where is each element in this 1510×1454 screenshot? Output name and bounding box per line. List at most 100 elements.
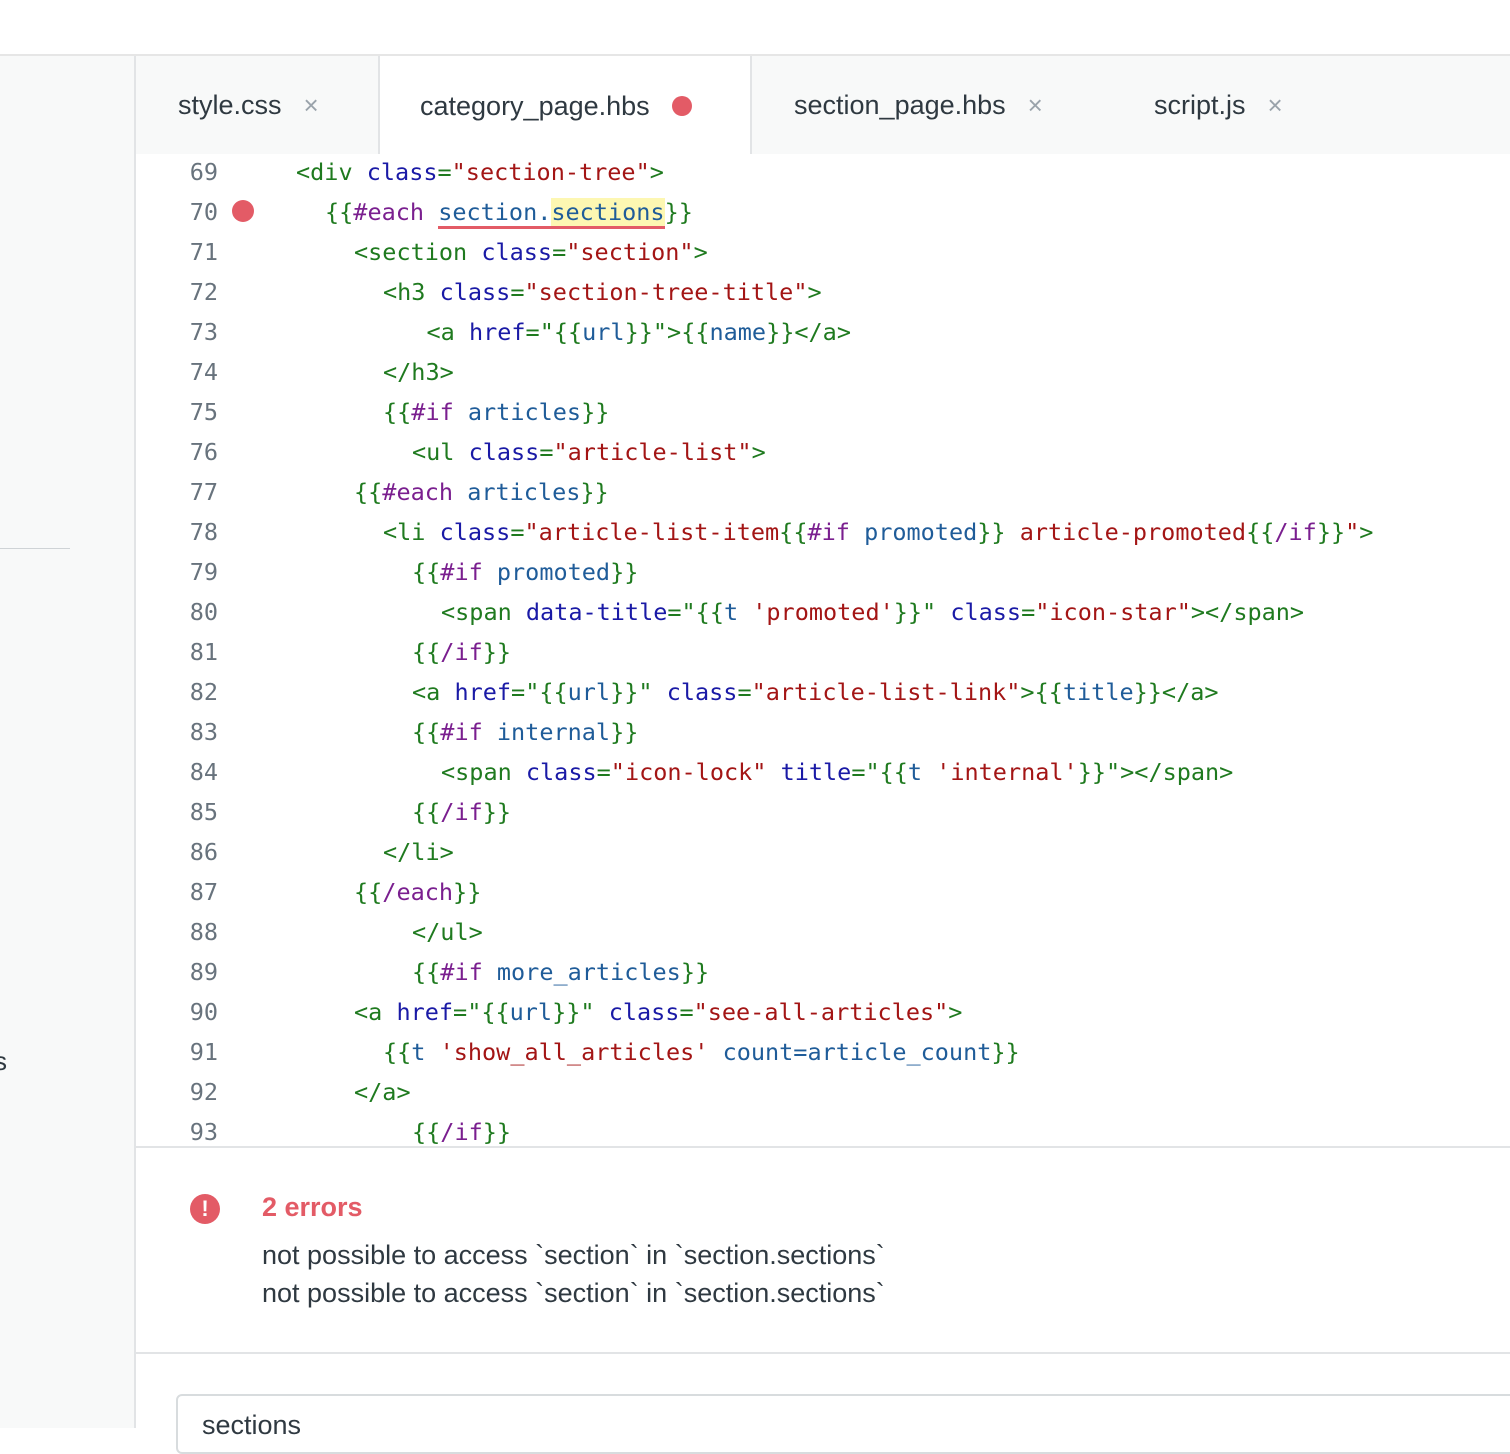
- code-line[interactable]: 79 {{#if promoted}}: [136, 554, 1510, 594]
- code-text: {{#if articles}}: [383, 394, 609, 430]
- code-line[interactable]: 74 </h3>: [136, 354, 1510, 394]
- code-token: }}: [610, 558, 639, 586]
- line-number: 76: [189, 438, 218, 466]
- code-token: <div: [296, 158, 367, 186]
- code-token: href: [468, 318, 526, 346]
- code-token: =: [596, 758, 611, 786]
- code-token: {{: [412, 958, 441, 986]
- code-token: #if: [440, 718, 497, 746]
- code-token: {{: [695, 598, 724, 626]
- code-token: section.: [438, 198, 552, 229]
- code-line[interactable]: 85 {{/if}}: [136, 794, 1510, 834]
- code-token: }}: [624, 318, 653, 346]
- code-line[interactable]: 72 <h3 class="section-tree-title">: [136, 274, 1510, 314]
- code-token: }}: [610, 718, 639, 746]
- sidebar-partial-text: s: [0, 1046, 7, 1076]
- code-token: }}: [977, 518, 1006, 546]
- line-number: 80: [189, 598, 218, 626]
- code-token: #each: [353, 198, 439, 226]
- code-line[interactable]: 89 {{#if more_articles}}: [136, 954, 1510, 994]
- code-token: class: [481, 238, 553, 266]
- sidebar-divider: [0, 548, 70, 549]
- code-token: 'show_all_articles': [439, 1038, 723, 1066]
- code-line[interactable]: 77 {{#each articles}}: [136, 474, 1510, 514]
- top-bar: [0, 0, 1510, 56]
- code-token: <section: [354, 238, 482, 266]
- code-text: <a href="{{url}}" class="see-all-article…: [354, 994, 962, 1030]
- code-line[interactable]: 80 <span data-title="{{t 'promoted'}}" cl…: [136, 594, 1510, 634]
- error-message: not possible to access `section` in `sec…: [262, 1278, 885, 1308]
- code-token: <span: [441, 598, 526, 626]
- code-line[interactable]: 70 {{#each section.sections}}: [136, 194, 1510, 234]
- code-token: t: [723, 598, 753, 626]
- code-line[interactable]: 75 {{#if articles}}: [136, 394, 1510, 434]
- line-number: 79: [189, 558, 218, 586]
- code-token: #if: [440, 558, 497, 586]
- code-line[interactable]: 90 <a href="{{url}}" class="see-all-artic…: [136, 994, 1510, 1034]
- tab-category-page-hbs[interactable]: category_page.hbs: [378, 56, 752, 156]
- code-token: #if: [807, 518, 865, 546]
- code-token: "icon-star": [1035, 598, 1191, 626]
- line-number: 72: [189, 278, 218, 306]
- code-token: }}: [552, 998, 581, 1026]
- line-number: 92: [189, 1078, 218, 1106]
- tab-style-css[interactable]: style.css ×: [178, 56, 319, 154]
- code-token: }}: [893, 598, 923, 626]
- code-line[interactable]: 86 </li>: [136, 834, 1510, 874]
- code-token: class: [608, 998, 680, 1026]
- code-text: {{/if}}: [412, 1114, 511, 1146]
- code-token: {{: [412, 718, 441, 746]
- tab-script-js[interactable]: script.js ×: [1154, 56, 1283, 154]
- code-line[interactable]: 82 <a href="{{url}}" class="article-list-…: [136, 674, 1510, 714]
- code-line[interactable]: 92 </a>: [136, 1074, 1510, 1114]
- code-token: "></span>: [1106, 758, 1234, 786]
- code-token: #if: [411, 398, 468, 426]
- code-token: ": [1345, 518, 1360, 546]
- code-token: name: [709, 318, 767, 346]
- code-text: {{/each}}: [354, 874, 481, 910]
- code-token: >: [1020, 678, 1035, 706]
- close-icon[interactable]: ×: [1268, 92, 1283, 118]
- error-message: not possible to access `section` in `sec…: [262, 1240, 885, 1270]
- code-token: promoted: [496, 558, 611, 586]
- code-line[interactable]: 71 <section class="section">: [136, 234, 1510, 274]
- code-token: </a>: [354, 1078, 411, 1106]
- code-token: </ul>: [412, 918, 483, 946]
- code-line[interactable]: 83 {{#if internal}}: [136, 714, 1510, 754]
- code-text: <div class="section-tree">: [296, 154, 664, 190]
- code-token: sections: [551, 198, 665, 229]
- code-token: class: [950, 598, 1022, 626]
- code-token: "section-tree-title": [524, 278, 808, 306]
- code-token: ": [638, 678, 667, 706]
- search-input[interactable]: sections: [176, 1394, 1510, 1454]
- code-token: {{: [354, 478, 383, 506]
- code-token: }}: [1133, 678, 1162, 706]
- code-token: =: [510, 278, 525, 306]
- tab-section-page-hbs[interactable]: section_page.hbs ×: [794, 56, 1043, 154]
- code-token: <h3: [383, 278, 440, 306]
- code-line[interactable]: 69 <div class="section-tree">: [136, 154, 1510, 194]
- code-line[interactable]: 93 {{/if}}: [136, 1114, 1510, 1146]
- code-token: ></span>: [1190, 598, 1305, 626]
- code-text: {{/if}}: [412, 634, 511, 670]
- code-text: <a href="{{url}}">{{name}}</a>: [427, 314, 851, 350]
- code-line[interactable]: 73 <a href="{{url}}">{{name}}</a>: [136, 314, 1510, 354]
- close-icon[interactable]: ×: [304, 92, 319, 118]
- code-line[interactable]: 81 {{/if}}: [136, 634, 1510, 674]
- code-token: 'internal': [936, 758, 1078, 786]
- code-editor[interactable]: 69 <div class="section-tree"> 70 {{#each se…: [136, 154, 1510, 1148]
- code-line[interactable]: 76 <ul class="article-list">: [136, 434, 1510, 474]
- code-line[interactable]: 91 {{t 'show_all_articles' count=article_…: [136, 1034, 1510, 1074]
- code-line[interactable]: 88 </ul>: [136, 914, 1510, 954]
- code-line[interactable]: 87 {{/each}}: [136, 874, 1510, 914]
- code-token: #if: [440, 958, 497, 986]
- code-token: =: [552, 238, 567, 266]
- code-token: class: [366, 158, 438, 186]
- close-icon[interactable]: ×: [1028, 92, 1043, 118]
- line-number: 69: [189, 158, 218, 186]
- code-token: promoted: [864, 518, 978, 546]
- code-token: =: [737, 678, 752, 706]
- code-line[interactable]: 78 <li class="article-list-item{{#if prom…: [136, 514, 1510, 554]
- breakpoint-error-icon[interactable]: [232, 200, 254, 222]
- code-line[interactable]: 84 <span class="icon-lock" title="{{t 'in…: [136, 754, 1510, 794]
